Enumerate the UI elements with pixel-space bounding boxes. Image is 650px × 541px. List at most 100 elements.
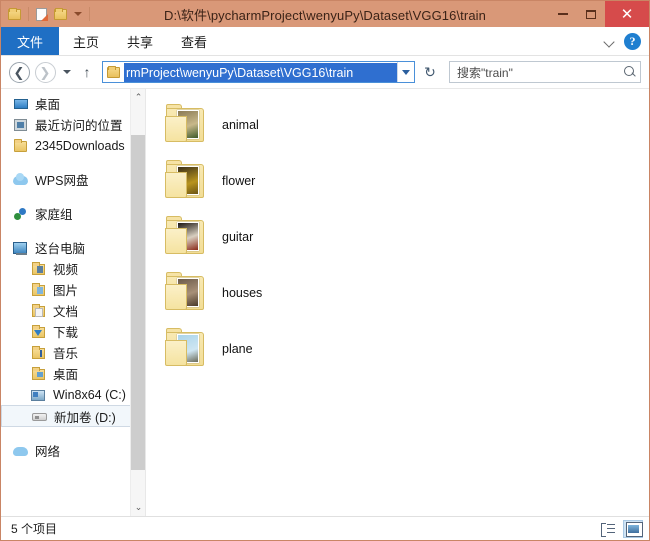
downloads-folder-icon	[31, 324, 47, 340]
list-item[interactable]: plane	[160, 321, 649, 377]
sidebar-item-label: 桌面	[53, 368, 79, 382]
sidebar-item-new-volume-d[interactable]: 新加卷 (D:)	[1, 405, 145, 427]
sidebar-item-music[interactable]: 音乐	[1, 342, 145, 363]
this-pc-icon	[13, 240, 29, 256]
maximize-icon	[586, 9, 596, 19]
maximize-button[interactable]	[577, 1, 605, 27]
sidebar-item-label: 桌面	[35, 98, 61, 112]
tab-view[interactable]: 查看	[167, 27, 221, 55]
sidebar-item-homegroup[interactable]: 家庭组	[1, 203, 145, 224]
ribbon-right-controls: ?	[603, 27, 649, 55]
scrollbar-thumb[interactable]	[131, 135, 145, 470]
tab-file[interactable]: 文件	[1, 27, 60, 55]
sidebar-item-downloads[interactable]: 下载	[1, 321, 145, 342]
system-drive-icon	[31, 387, 47, 403]
window-controls: ✕	[549, 1, 649, 27]
network-icon	[13, 443, 29, 459]
folder-thumbnail-icon	[164, 328, 210, 370]
folder-thumbnail-icon	[164, 104, 210, 146]
sidebar-item-recent-places[interactable]: 最近访问的位置	[1, 114, 145, 135]
sidebar-item-documents[interactable]: 文档	[1, 300, 145, 321]
sidebar-item-network[interactable]: 网络	[1, 440, 145, 461]
sidebar-item-label: 家庭组	[35, 208, 73, 222]
folder-icon[interactable]	[7, 6, 23, 22]
large-icons-view-button[interactable]	[623, 519, 643, 538]
toolbar-divider	[89, 7, 90, 21]
close-button[interactable]: ✕	[605, 1, 649, 27]
sidebar-item-2345downloads[interactable]: 2345Downloads	[1, 135, 145, 156]
customize-caret-icon[interactable]	[72, 6, 84, 22]
search-box[interactable]: 搜索"train"	[449, 61, 641, 83]
tab-home[interactable]: 主页	[59, 27, 113, 55]
address-dropdown-icon[interactable]	[397, 62, 414, 82]
homegroup-icon	[13, 206, 29, 222]
ribbon-tab-strip: 文件 主页 共享 查看 ?	[1, 27, 649, 56]
desktop-folder-icon	[31, 366, 47, 382]
title-bar: D:\软件\pycharmProject\wenyuPy\Dataset\VGG…	[1, 1, 649, 27]
sidebar-item-label: 文档	[53, 305, 79, 319]
drive-icon	[32, 408, 48, 424]
sidebar-item-label: 网络	[35, 445, 61, 459]
refresh-button[interactable]: ↻	[419, 61, 441, 83]
search-input[interactable]: 搜索"train"	[457, 64, 622, 81]
documents-folder-icon	[31, 303, 47, 319]
minimize-button[interactable]	[549, 1, 577, 27]
recent-places-icon	[13, 117, 29, 133]
file-name-label: guitar	[222, 230, 254, 244]
quick-access-toolbar	[1, 1, 92, 27]
file-name-label: flower	[222, 174, 256, 188]
details-view-button[interactable]	[598, 520, 618, 538]
help-icon[interactable]: ?	[624, 32, 641, 50]
forward-icon: ❯	[34, 61, 56, 83]
back-button[interactable]: ❮	[7, 60, 31, 84]
view-toggle-group	[598, 519, 643, 538]
sidebar-item-pictures[interactable]: 图片	[1, 279, 145, 300]
up-button[interactable]: ↑	[77, 61, 97, 83]
address-bar-row: ❮ ❯ ↑ rmProject\wenyuPy\Dataset\VGG16\tr…	[1, 56, 649, 88]
sidebar-item-desktop-folder[interactable]: 桌面	[1, 363, 145, 384]
file-name-label: houses	[222, 286, 263, 300]
desktop-icon	[13, 96, 29, 112]
nav-group-gap	[1, 156, 145, 169]
chevron-down-icon[interactable]	[603, 35, 616, 48]
tab-share[interactable]: 共享	[113, 27, 167, 55]
navigation-pane-scrollbar[interactable]: ⌃ ⌄	[130, 89, 145, 516]
file-list[interactable]: animal flower guitar houses plane	[146, 89, 649, 516]
scroll-down-icon[interactable]: ⌄	[131, 499, 145, 516]
explorer-window: D:\软件\pycharmProject\wenyuPy\Dataset\VGG…	[0, 0, 650, 541]
list-item[interactable]: guitar	[160, 209, 649, 265]
sidebar-item-label: WPS网盘	[35, 174, 89, 188]
sidebar-item-desktop[interactable]: 桌面	[1, 93, 145, 114]
cloud-icon	[13, 172, 29, 188]
sidebar-item-label: 2345Downloads	[35, 138, 125, 153]
scroll-up-icon[interactable]: ⌃	[131, 89, 145, 106]
recent-locations-icon[interactable]	[59, 61, 75, 83]
sidebar-item-label: 音乐	[53, 347, 79, 361]
folder-thumbnail-icon	[164, 272, 210, 314]
toolbar-divider	[28, 7, 29, 21]
file-name-label: plane	[222, 342, 253, 356]
status-bar: 5 个项目	[1, 516, 649, 540]
sidebar-item-label: 视频	[53, 263, 79, 277]
sidebar-item-wps-cloud[interactable]: WPS网盘	[1, 169, 145, 190]
address-text: rmProject\wenyuPy\Dataset\VGG16\train	[124, 62, 397, 82]
list-item[interactable]: animal	[160, 97, 649, 153]
back-icon: ❮	[8, 61, 30, 83]
properties-icon[interactable]	[34, 6, 50, 22]
forward-button[interactable]: ❯	[33, 60, 57, 84]
list-item[interactable]: flower	[160, 153, 649, 209]
list-item[interactable]: houses	[160, 265, 649, 321]
new-folder-icon[interactable]	[53, 6, 69, 22]
file-name-label: animal	[222, 118, 259, 132]
pictures-folder-icon	[31, 282, 47, 298]
close-icon: ✕	[620, 4, 634, 23]
sidebar-item-win8x64-c[interactable]: Win8x64 (C:)	[1, 384, 145, 405]
address-input[interactable]: rmProject\wenyuPy\Dataset\VGG16\train	[102, 61, 415, 83]
nav-group-gap	[1, 224, 145, 237]
sidebar-item-label: 这台电脑	[35, 242, 86, 256]
large-icons-view-icon	[625, 522, 643, 537]
sidebar-item-this-pc[interactable]: 这台电脑	[1, 237, 145, 258]
folder-thumbnail-icon	[164, 160, 210, 202]
sidebar-item-videos[interactable]: 视频	[1, 258, 145, 279]
search-icon[interactable]	[622, 65, 637, 80]
